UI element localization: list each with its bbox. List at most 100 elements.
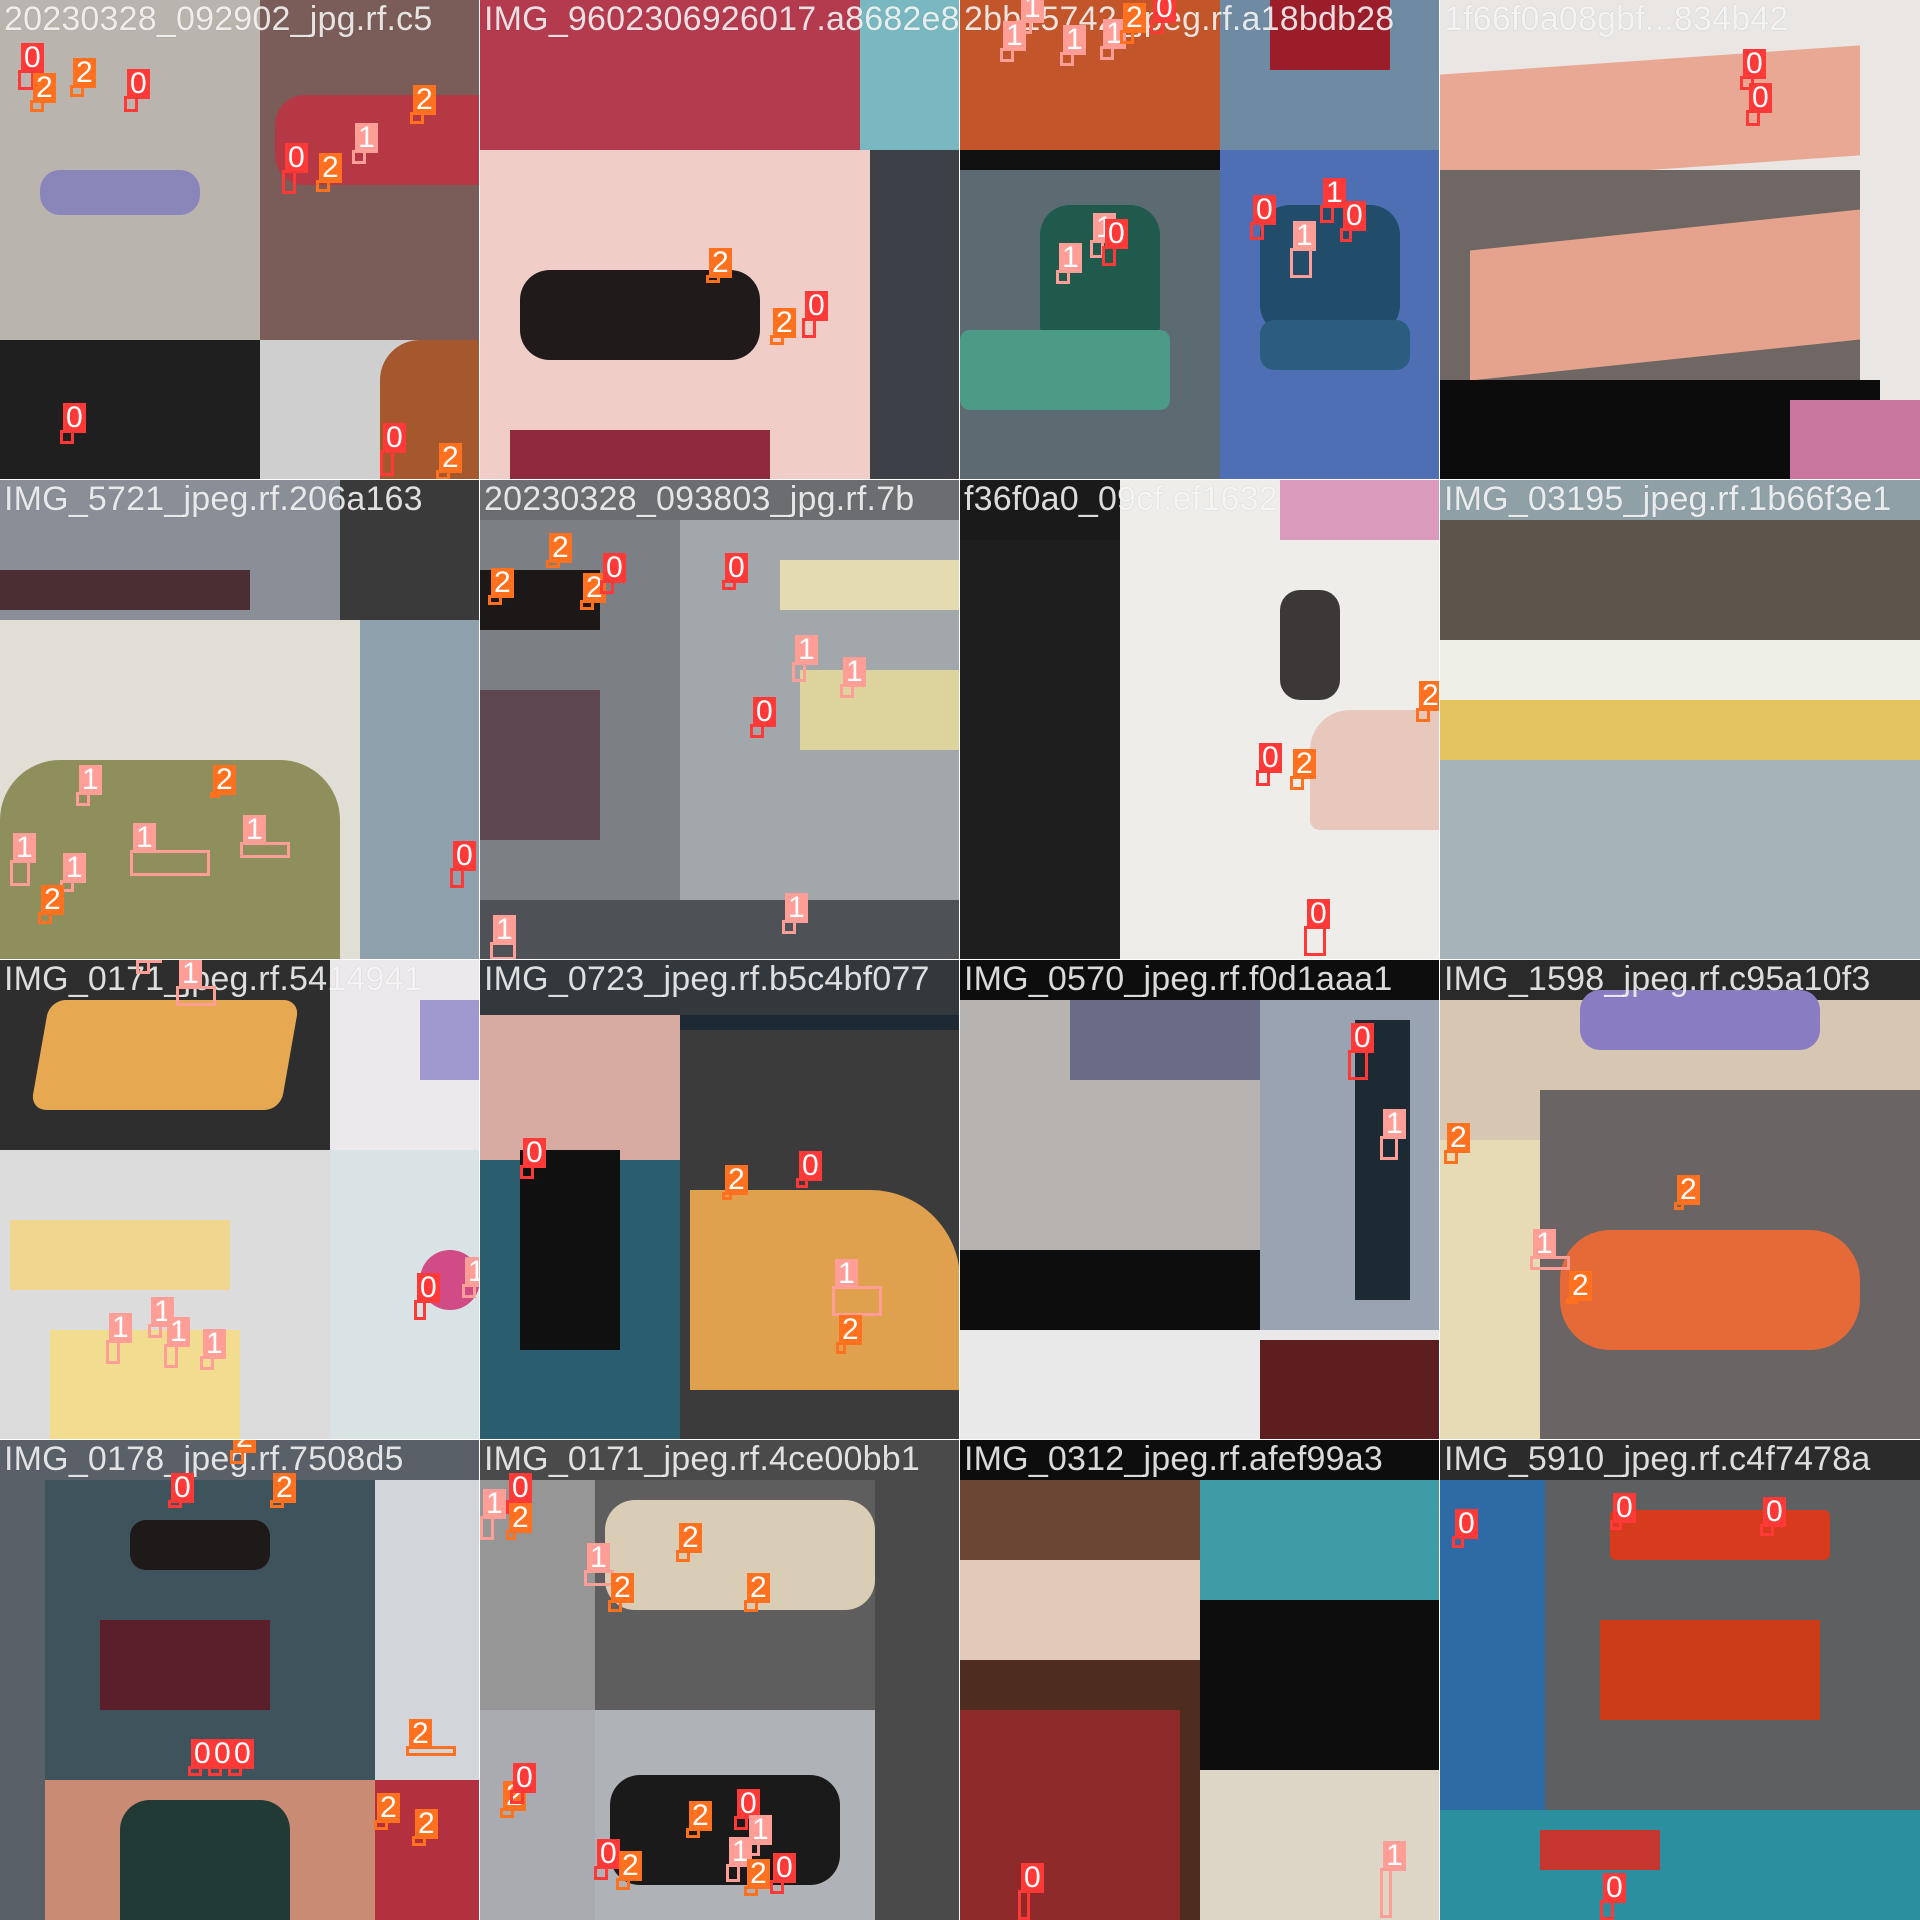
detection-box: 1 <box>782 893 808 934</box>
detection-box: 2 <box>836 1315 862 1354</box>
chair-seat <box>1260 320 1410 370</box>
detection-box: 0 <box>600 553 626 594</box>
chair-back <box>1280 590 1340 700</box>
class-label: 2 <box>377 1793 400 1823</box>
class-label: 0 <box>1021 1863 1044 1893</box>
mosaic-tile-3: 2bb15742_jpeg.rf.a18bdb28 1 1 1 1 2 0 1 … <box>959 0 1441 481</box>
chair-back <box>1540 1830 1660 1870</box>
class-label: 1 <box>1003 21 1026 51</box>
tile-title: IMG_5910_jpeg.rf.c4f7478a <box>1444 1440 1871 1478</box>
detection-box: 2 <box>500 1781 526 1818</box>
class-label: 2 <box>679 1523 702 1553</box>
class-label: 0 <box>1153 0 1176 23</box>
detection-box: 0 <box>1304 899 1330 956</box>
class-label: 1 <box>109 1313 132 1343</box>
chair-seat <box>30 1000 300 1110</box>
class-label: 2 <box>409 1719 432 1749</box>
mosaic-tile-1: 20230328_092902_jpg.rf.c5 0 2 2 0 2 2 0 … <box>0 0 481 481</box>
tile-title: IMG_0570_jpeg.rf.f0d1aaa1 <box>964 960 1393 998</box>
detection-box: 2 <box>676 1523 702 1562</box>
mosaic-tile-4: 1f66f0a08gbf...834b42 0 0 <box>1439 0 1920 481</box>
image-patch <box>960 1560 1200 1660</box>
detection-box: 0 <box>1452 1509 1478 1548</box>
detection-box: 1 <box>1530 1229 1570 1270</box>
mosaic-tile-7: f36f0a0_09cf.ef1632 0 2 2 0 <box>959 479 1441 961</box>
detection-box: 2 <box>30 73 56 112</box>
image-patch <box>480 1710 595 1920</box>
detection-box: 0 <box>1610 1493 1636 1530</box>
detection-box: 0 <box>802 291 828 338</box>
class-label: 1 <box>785 893 808 923</box>
mosaic-tile-12: IMG_1598_jpeg.rf.c95a10f3 2 1 2 2 <box>1439 959 1920 1441</box>
class-label: 0 <box>231 1739 254 1769</box>
detection-box: 2 <box>230 1440 256 1464</box>
mosaic-tile-6: 20230328_093803_jpg.rf.7b 2 2 2 0 0 1 1 … <box>479 479 961 961</box>
class-label: 1 <box>843 657 866 687</box>
mosaic-tile-8: IMG_03195_jpeg.rf.1b66f3e1 <box>1439 479 1920 961</box>
chair-seat <box>480 690 600 840</box>
mosaic-tile-10: IMG_0723_jpeg.rf.b5c4bf077 0 2 0 1 2 <box>479 959 961 1441</box>
detection-box: 1 <box>352 123 378 164</box>
class-label: 0 <box>805 291 828 321</box>
detection-box: 2 <box>744 1859 770 1896</box>
detection-box: 2 <box>706 248 732 283</box>
image-patch <box>1280 480 1440 540</box>
detection-box: 1 <box>136 960 162 974</box>
class-label: 0 <box>509 1473 532 1503</box>
chair-back <box>1610 1510 1830 1560</box>
class-label: 1 <box>1383 1841 1406 1871</box>
detection-box: 0 <box>450 841 476 888</box>
class-label: 2 <box>549 533 572 563</box>
class-label: 0 <box>285 143 308 173</box>
class-label: 0 <box>799 1151 822 1181</box>
class-label: 0 <box>1763 1497 1786 1527</box>
tile-title: IMG_0171_jpeg.rf.4ce00bb1 <box>484 1440 920 1478</box>
class-label: 2 <box>689 1801 712 1831</box>
image-patch <box>1440 1140 1540 1440</box>
chair-seat <box>1310 710 1440 830</box>
detection-box: 1 <box>1100 19 1126 60</box>
class-label: 2 <box>773 308 796 338</box>
image-patch <box>960 1710 1180 1920</box>
chair-back <box>605 1500 875 1610</box>
class-label: 2 <box>413 85 436 115</box>
detection-box: 1 <box>1056 243 1082 284</box>
detection-box: 1 <box>840 657 866 698</box>
detection-box: 0 <box>510 1763 536 1804</box>
class-label: 2 <box>1419 681 1440 711</box>
class-label: 2 <box>213 765 236 795</box>
tile-title: IMG_9602306926017.a8682e82 <box>484 0 960 38</box>
class-label: 1 <box>465 1257 480 1287</box>
detection-box: 2 <box>210 765 236 798</box>
detection-box: 2 <box>436 443 462 480</box>
chair-seat <box>1580 990 1820 1050</box>
tile-title: 20230328_093803_jpg.rf.7b <box>484 480 915 518</box>
image-patch <box>1790 400 1920 480</box>
tile-title: IMG_1598_jpeg.rf.c95a10f3 <box>1444 960 1871 998</box>
class-label: 0 <box>1455 1509 1478 1539</box>
class-label: 2 <box>725 1165 748 1195</box>
class-label: 0 <box>1343 201 1366 231</box>
detection-box: 0 <box>750 697 776 738</box>
detection-box: 1 <box>792 635 818 682</box>
detection-box: 0 <box>168 1473 194 1508</box>
class-label: 1 <box>1383 1109 1406 1139</box>
detection-box: 0 <box>1256 743 1282 786</box>
class-label: 2 <box>415 1809 438 1839</box>
chair-back <box>520 1150 620 1350</box>
class-label: 0 <box>383 423 406 453</box>
class-label: 0 <box>1603 1873 1626 1903</box>
chair-back <box>520 270 760 360</box>
class-label: 1 <box>749 1815 772 1845</box>
mosaic-tile-14: IMG_0171_jpeg.rf.4ce00bb1 1 0 2 1 2 2 2 … <box>479 1439 961 1920</box>
class-label: 2 <box>33 73 56 103</box>
class-label: 0 <box>1749 83 1772 113</box>
tile-title: f36f0a0_09cf.ef1632 <box>964 480 1278 518</box>
class-label: 2 <box>1293 749 1316 779</box>
chair-seat <box>100 1620 270 1710</box>
detection-box: 1 <box>1380 1841 1406 1918</box>
image-patch <box>1440 640 1920 700</box>
detection-box: 2 <box>374 1793 400 1830</box>
detection-box: 2 <box>270 1473 296 1508</box>
class-label: 2 <box>1677 1175 1700 1205</box>
